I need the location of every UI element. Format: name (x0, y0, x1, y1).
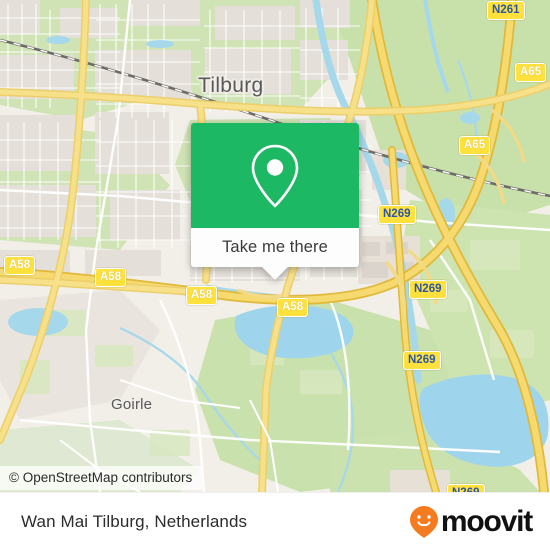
moovit-pin-smiley-icon (409, 505, 438, 538)
popup-footer[interactable]: Take me there (191, 228, 359, 280)
road-shield-a65[interactable]: A65 (459, 136, 491, 155)
footer-bar: Wan Mai Tilburg, Netherlands moovit (0, 492, 550, 550)
road-shield-n269[interactable]: N269 (447, 484, 485, 492)
take-me-there-button[interactable]: Take me there (222, 238, 328, 257)
popup-tail-pointer (262, 267, 288, 280)
place-title: Wan Mai Tilburg, Netherlands (21, 511, 248, 531)
osm-attribution[interactable]: © OpenStreetMap contributors (0, 466, 203, 490)
map-canvas[interactable]: Tilburg Goirle N261 A65 A65 N269 N269 N2… (0, 0, 550, 492)
road-shield-a58[interactable]: A58 (277, 298, 309, 317)
moovit-wordmark: moovit (440, 504, 533, 538)
road-shield-a65[interactable]: A65 (515, 63, 547, 82)
popup-header (191, 123, 359, 228)
road-shield-n269[interactable]: N269 (378, 205, 416, 224)
road-shield-n261[interactable]: N261 (487, 1, 525, 20)
road-shield-a58[interactable]: A58 (95, 268, 127, 287)
moovit-logo[interactable]: moovit (409, 504, 533, 539)
road-shield-n269[interactable]: N269 (403, 351, 441, 370)
road-shield-n269[interactable]: N269 (409, 280, 447, 299)
road-shield-a58[interactable]: A58 (186, 286, 218, 305)
map-pin-icon (251, 144, 299, 207)
road-shield-a58[interactable]: A58 (4, 256, 36, 275)
map-page: Tilburg Goirle N261 A65 A65 N269 N269 N2… (0, 0, 550, 550)
location-popup[interactable]: Take me there (191, 123, 359, 280)
